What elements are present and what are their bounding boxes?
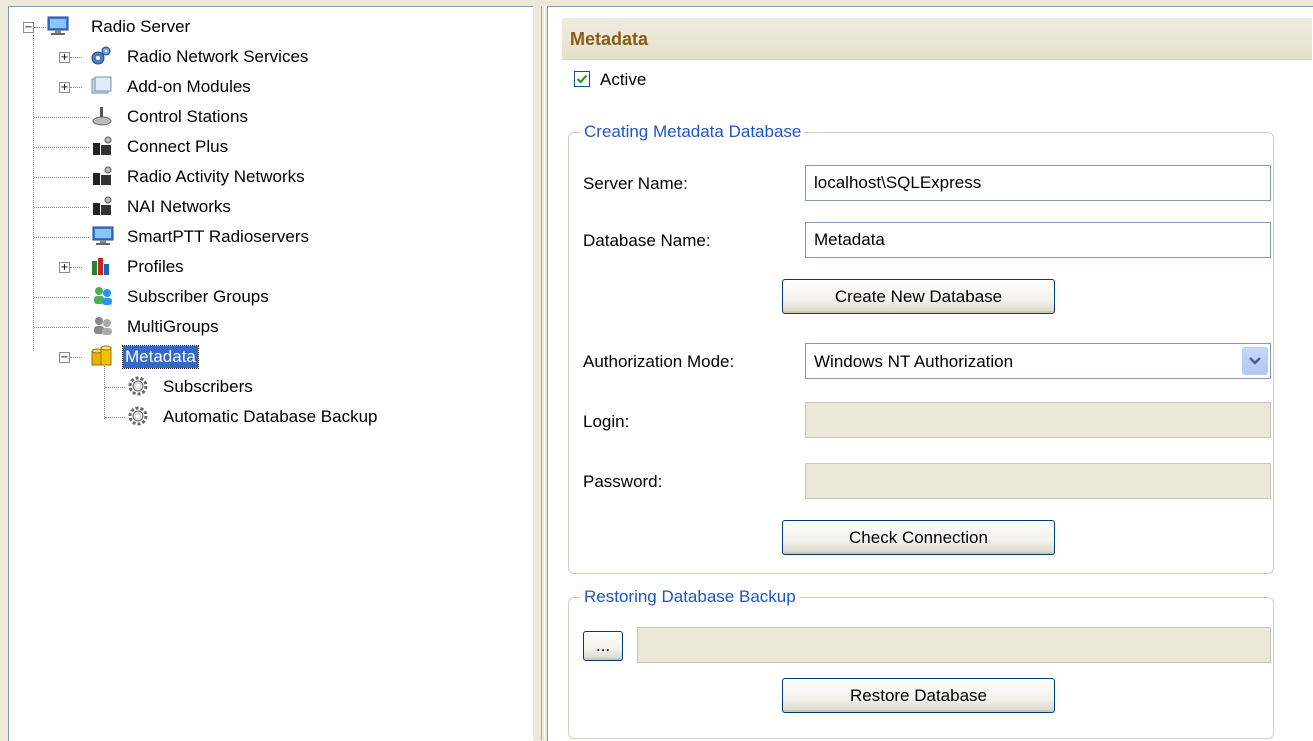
password-input[interactable] <box>805 463 1271 499</box>
browse-button[interactable]: ... <box>583 631 623 661</box>
subscriber-groups-icon <box>94 287 112 305</box>
radio-network-icon <box>93 196 112 215</box>
tree-item-label: Connect Plus <box>127 137 229 156</box>
tree-item-label: Control Stations <box>127 107 248 126</box>
tree-item-connect-plus[interactable]: Connect Plus <box>125 133 230 161</box>
tree-item-subscriber-groups[interactable]: Subscriber Groups <box>125 283 271 311</box>
tree-item-radio-server[interactable]: Radio Server <box>89 13 192 41</box>
create-database-group-title: Creating Metadata Database <box>581 122 805 142</box>
expand-icon[interactable]: + <box>59 262 70 273</box>
tree-line <box>105 417 125 418</box>
tree-line <box>70 87 82 88</box>
tree-item-label: NAI Networks <box>127 197 231 216</box>
tree-item-metadata[interactable]: Metadata <box>122 343 199 371</box>
authorization-mode-value: Windows NT Authorization <box>814 352 1014 371</box>
splitter-edge <box>541 6 545 740</box>
tree-line <box>33 35 34 351</box>
tree-item-label: MultiGroups <box>127 317 219 336</box>
server-name-label: Server Name: <box>583 174 688 193</box>
restore-backup-group <box>568 597 1274 739</box>
tree-line <box>34 27 46 28</box>
tree-line <box>70 267 82 268</box>
login-input[interactable] <box>805 402 1271 438</box>
expand-icon[interactable]: + <box>59 52 70 63</box>
expand-icon[interactable]: + <box>59 82 70 93</box>
tree-item-multigroups[interactable]: MultiGroups <box>125 313 221 341</box>
collapse-icon[interactable]: − <box>23 22 34 33</box>
radio-network-icon <box>93 166 112 185</box>
server-name-input[interactable]: localhost\SQLExpress <box>805 165 1271 201</box>
tree-item-radio-network-services[interactable]: Radio Network Services <box>125 43 310 71</box>
tree-item-label: Profiles <box>127 257 184 276</box>
tree-item-control-stations[interactable]: Control Stations <box>125 103 250 131</box>
gear-icon <box>128 406 148 426</box>
checkmark-icon <box>576 74 588 84</box>
multigroups-icon <box>94 317 112 335</box>
tree-item-automatic-database-backup[interactable]: Automatic Database Backup <box>161 403 380 431</box>
tree-item-radio-activity-networks[interactable]: Radio Activity Networks <box>125 163 307 191</box>
tree-line <box>105 387 125 388</box>
control-station-icon <box>92 107 112 126</box>
tree-item-nai-networks[interactable]: NAI Networks <box>125 193 233 221</box>
tree-item-label: Radio Activity Networks <box>127 167 305 186</box>
tree-item-subscribers[interactable]: Subscribers <box>161 373 255 401</box>
authorization-mode-select[interactable]: Windows NT Authorization <box>805 343 1271 379</box>
database-name-input[interactable]: Metadata <box>805 222 1271 258</box>
profiles-icon <box>92 258 109 275</box>
login-label: Login: <box>583 412 630 431</box>
monitor-icon <box>47 16 69 35</box>
tree-line <box>34 297 89 298</box>
tree-panel[interactable]: − Radio Server + Radio Network Services … <box>8 6 534 741</box>
tree-line <box>104 359 105 419</box>
tree-item-label: Subscribers <box>163 377 253 396</box>
tree-item-label: Radio Network Services <box>127 47 309 66</box>
tree-item-label: Radio Server <box>91 17 191 36</box>
settings-panel: Metadata Active Creating Metadata Databa… <box>547 6 1313 741</box>
password-label: Password: <box>583 472 663 491</box>
tree-line <box>34 327 89 328</box>
collapse-icon[interactable]: − <box>59 352 70 363</box>
network-services-icon <box>91 46 111 65</box>
tree-line <box>70 357 82 358</box>
tree-item-label: Automatic Database Backup <box>163 407 378 426</box>
modules-icon <box>91 76 112 94</box>
tree-item-add-on-modules[interactable]: Add-on Modules <box>125 73 253 101</box>
tree-item-label: SmartPTT Radioservers <box>127 227 310 246</box>
restore-database-button[interactable]: Restore Database <box>782 678 1055 713</box>
authorization-mode-label: Authorization Mode: <box>583 352 735 371</box>
tree-line <box>34 207 89 208</box>
tree-item-label: Metadata <box>122 345 199 369</box>
gear-icon <box>128 376 148 396</box>
check-connection-button[interactable]: Check Connection <box>782 520 1055 555</box>
database-name-label: Database Name: <box>583 231 711 250</box>
active-checkbox[interactable] <box>574 71 590 87</box>
monitor-icon <box>92 226 114 245</box>
tree-item-label: Subscriber Groups <box>127 287 269 306</box>
tree-line <box>34 117 89 118</box>
chevron-down-icon[interactable] <box>1242 347 1268 375</box>
tree-item-profiles[interactable]: Profiles <box>125 253 186 281</box>
tree-item-smartptt-radioservers[interactable]: SmartPTT Radioservers <box>125 223 311 251</box>
radio-network-icon <box>93 136 112 155</box>
restore-backup-group-title: Restoring Database Backup <box>581 587 799 607</box>
panel-header: Metadata <box>562 18 1312 60</box>
tree-line <box>34 237 89 238</box>
create-new-database-button[interactable]: Create New Database <box>782 279 1055 314</box>
database-icon <box>91 345 112 366</box>
tree-line <box>34 147 89 148</box>
tree-line <box>34 177 89 178</box>
backup-path-input[interactable] <box>637 627 1271 663</box>
tree-line <box>70 57 82 58</box>
page-title: Metadata <box>570 29 649 49</box>
active-label: Active <box>600 70 647 89</box>
tree-item-label: Add-on Modules <box>127 77 251 96</box>
